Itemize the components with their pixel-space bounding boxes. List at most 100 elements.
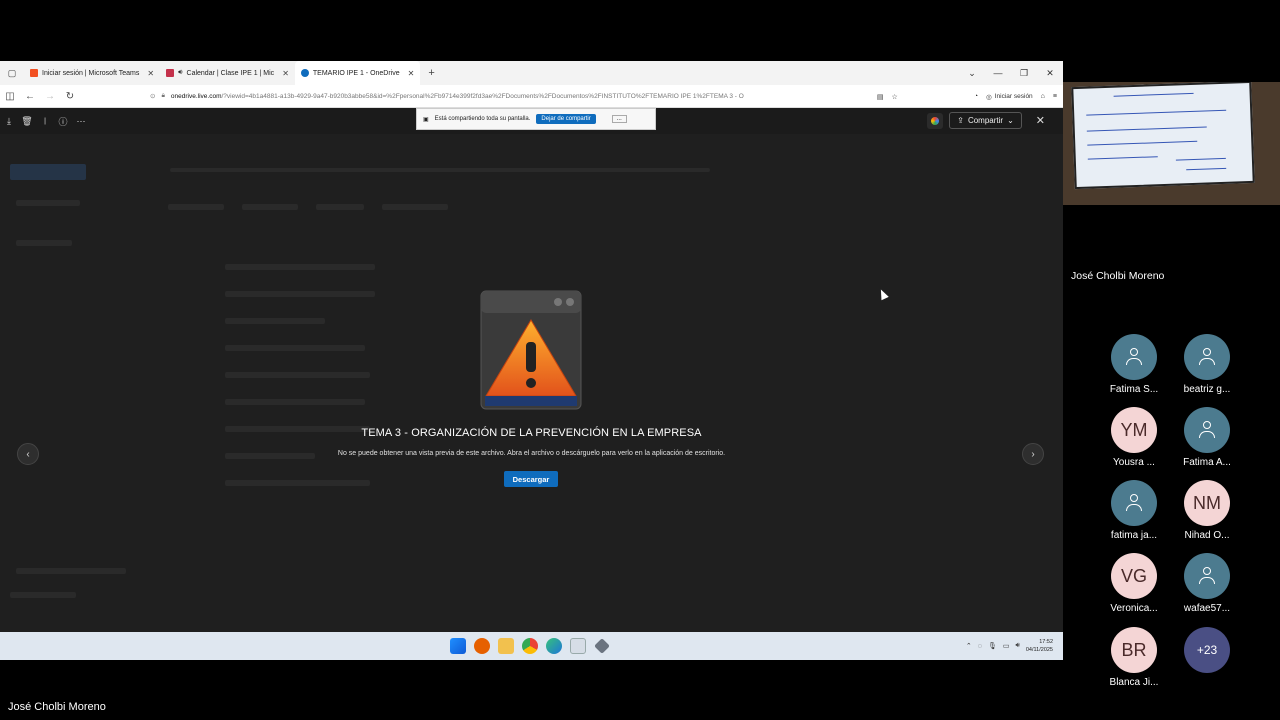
participant-tile[interactable]: beatriz g...: [1172, 334, 1242, 395]
participant-tile[interactable]: VG Veronica...: [1099, 553, 1169, 614]
firefox-icon[interactable]: [474, 638, 490, 654]
close-window-icon[interactable]: ✕: [1037, 68, 1063, 79]
person-icon: [1184, 334, 1230, 380]
bookmark-star-icon[interactable]: ☆: [892, 93, 898, 101]
participant-name: Blanca Ji...: [1109, 677, 1159, 688]
speaker-icon: 🔊︎: [178, 69, 183, 76]
sidebar-toggle-icon[interactable]: ◫: [0, 91, 20, 102]
menu-icon[interactable]: ≡: [1053, 93, 1057, 100]
sign-in-label: Iniciar sesión: [994, 93, 1033, 100]
participant-name: Yousra ...: [1113, 457, 1155, 468]
chevron-down-icon: ⌄: [1007, 116, 1014, 125]
hide-notice-button[interactable]: ...: [611, 115, 627, 123]
sync-icon[interactable]: ◔: [974, 93, 978, 100]
tab-label: TEMARIO IPE 1 - OneDrive: [312, 69, 400, 77]
presenter-name-label: José Cholbi Moreno: [8, 701, 106, 713]
reload-icon[interactable]: ↻: [60, 91, 80, 102]
browser-tab-calendar[interactable]: 🔊︎ Calendar | Clase IPE 1 | Mic ✕: [160, 61, 295, 85]
avatar-initials: YM: [1111, 407, 1157, 453]
share-screen-icon: ▣: [423, 116, 429, 123]
account-icon: ◎: [986, 93, 992, 101]
more-participants-button[interactable]: +23: [1184, 627, 1230, 673]
address-bar-row: ◫ ← → ↻ ⊙ 🔒︎ onedrive.live.com/?viewid=4…: [0, 85, 1063, 108]
presenter-video-tile[interactable]: [1063, 82, 1280, 205]
participant-name: wafae57...: [1183, 603, 1231, 614]
tab-label: Iniciar sesión | Microsoft Teams: [42, 69, 140, 77]
close-viewer-button[interactable]: ✕: [1036, 114, 1045, 127]
person-icon: [1184, 407, 1230, 453]
more-options-icon[interactable]: ⋯: [72, 116, 90, 127]
browser-tab-teams[interactable]: Iniciar sesión | Microsoft Teams ✕: [24, 61, 160, 85]
avatar-initials: NM: [1184, 480, 1230, 526]
preview-file-title: TEMA 3 - ORGANIZACIÓN DE LA PREVENCIÓN E…: [361, 427, 702, 439]
stop-sharing-button[interactable]: Dejar de compartir: [536, 114, 596, 124]
person-icon: [1184, 553, 1230, 599]
warning-icon: [480, 290, 582, 410]
reader-mode-icon[interactable]: ▤: [877, 93, 884, 101]
participant-name: fatima ja...: [1110, 530, 1158, 541]
avatar-initials: BR: [1111, 627, 1157, 673]
url-path: /?viewid=4b1a4881-a13b-4929-9a47-b920b3a…: [221, 92, 744, 100]
participant-tile[interactable]: fatima ja...: [1099, 480, 1169, 541]
shared-screen: ▢ Iniciar sesión | Microsoft Teams ✕ 🔊︎ …: [0, 61, 1063, 660]
screen-share-notice: ▣ Está compartiendo toda su pantalla. De…: [416, 108, 656, 130]
new-tab-button[interactable]: +: [428, 67, 434, 79]
back-icon[interactable]: ←: [20, 91, 40, 102]
share-button[interactable]: ⇪ Compartir ⌄: [949, 112, 1022, 129]
delete-icon[interactable]: 🗑︎: [18, 116, 36, 127]
sync-tray-icon[interactable]: ◌: [978, 643, 982, 650]
outlook-icon: [166, 69, 175, 77]
participant-tile[interactable]: YM Yousra ...: [1099, 407, 1169, 468]
extensions-icon[interactable]: ⌂: [1041, 93, 1045, 100]
close-tab-icon[interactable]: ✕: [147, 69, 154, 78]
windows-start-icon[interactable]: [450, 638, 466, 654]
participant-name: Nihad O...: [1184, 530, 1230, 541]
display-icon[interactable]: ▭: [1003, 642, 1010, 650]
forward-icon[interactable]: →: [40, 91, 60, 102]
volume-icon[interactable]: 🔊︎: [1015, 642, 1019, 650]
browser-tab-onedrive[interactable]: TEMARIO IPE 1 - OneDrive ✕: [294, 61, 421, 85]
download-button[interactable]: Descargar: [504, 471, 558, 487]
presenter-video-name: José Cholbi Moreno: [1071, 270, 1165, 282]
close-tab-icon[interactable]: ✕: [408, 69, 415, 78]
address-bar-actions: ▤ ☆ ◔ ◎ Iniciar sesión ⌂ ≡: [877, 85, 1057, 108]
chevron-up-icon[interactable]: ⌃: [966, 642, 972, 650]
info-icon[interactable]: ⓘ: [54, 115, 72, 128]
participant-name: Fatima S...: [1109, 384, 1159, 395]
sign-in-button[interactable]: ◎ Iniciar sesión: [986, 93, 1033, 101]
divider: |: [44, 117, 46, 125]
copilot-icon[interactable]: [927, 112, 944, 129]
participant-name: Fatima A...: [1183, 457, 1231, 468]
url-field[interactable]: ⊙ 🔒︎ onedrive.live.com/?viewid=4b1a4881-…: [150, 89, 850, 104]
restore-icon[interactable]: ❐: [1011, 68, 1037, 79]
download-icon[interactable]: ⤓: [0, 116, 18, 127]
clock-time: 17:52: [1039, 639, 1053, 645]
share-notice-text: Está compartiendo toda su pantalla.: [434, 116, 531, 122]
taskbar-apps: [450, 632, 610, 660]
settings-app-icon[interactable]: [594, 638, 610, 654]
tab-actions-icon[interactable]: ▢: [0, 68, 24, 79]
person-icon: [1111, 480, 1157, 526]
clock[interactable]: 17:52 04/11/2025: [1026, 638, 1053, 654]
participant-tile[interactable]: wafae57...: [1172, 553, 1242, 614]
close-tab-icon[interactable]: ✕: [282, 69, 289, 78]
edge-icon[interactable]: [546, 638, 562, 654]
viewer-actions: ⇪ Compartir ⌄ ✕: [927, 112, 1045, 129]
participant-tile[interactable]: +23: [1172, 627, 1242, 673]
participant-tile[interactable]: Fatima S...: [1099, 334, 1169, 395]
file-explorer-icon[interactable]: [498, 638, 514, 654]
minimize-icon[interactable]: —: [985, 68, 1011, 78]
participant-tile[interactable]: Fatima A...: [1172, 407, 1242, 468]
site-info-icon[interactable]: ⊙: [150, 92, 155, 100]
participant-tile[interactable]: BR Blanca Ji...: [1099, 627, 1169, 688]
person-icon: [1111, 334, 1157, 380]
tab-list-chevron-icon[interactable]: ⌄: [959, 68, 985, 79]
clock-date: 04/11/2025: [1025, 647, 1053, 653]
share-icon: ⇪: [957, 116, 964, 125]
snipping-tool-icon[interactable]: [570, 638, 586, 654]
browser-tab-bar: ▢ Iniciar sesión | Microsoft Teams ✕ 🔊︎ …: [0, 61, 1063, 85]
teams-meeting-stage: ▢ Iniciar sesión | Microsoft Teams ✕ 🔊︎ …: [0, 0, 1280, 720]
participant-tile[interactable]: NM Nihad O...: [1172, 480, 1242, 541]
chrome-icon[interactable]: [522, 638, 538, 654]
microphone-icon[interactable]: 🎙︎: [988, 642, 997, 650]
